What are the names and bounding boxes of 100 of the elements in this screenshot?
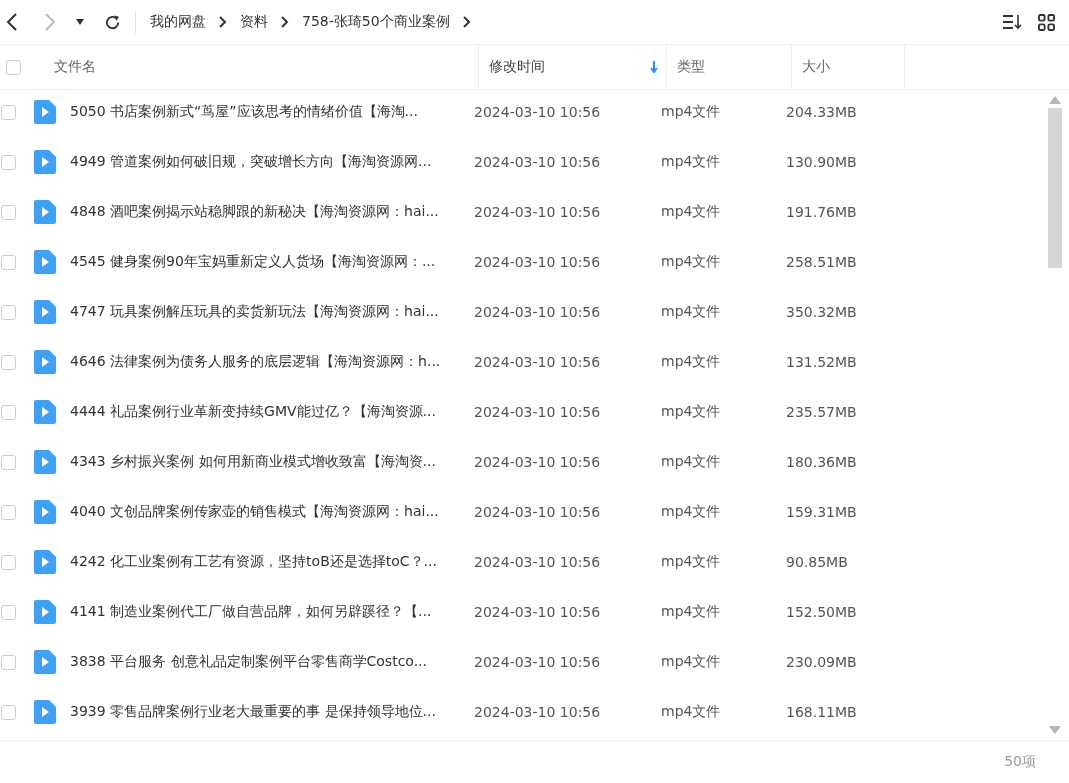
file-name[interactable]: 4646 法律案例为债务人服务的底层逻辑【海淘资源网：h... [70,353,474,371]
file-size: 131.52MB [786,354,857,370]
video-file-icon [34,700,56,724]
column-header[interactable]: 文件名 [44,45,479,89]
forward-icon[interactable] [44,12,56,32]
file-type: mp4文件 [661,453,722,471]
file-type: mp4文件 [661,253,722,271]
column-header[interactable]: 修改时间 [479,45,667,89]
modified-time: 2024-03-10 10:56 [474,504,602,520]
file-size: 168.11MB [786,704,857,720]
chevron-icon [462,16,471,28]
scroll-up-icon[interactable] [1049,96,1061,104]
row-checkbox[interactable] [1,504,16,520]
row-checkbox[interactable] [1,204,16,220]
row-checkbox[interactable] [1,254,16,270]
column-label: 文件名 [54,58,96,76]
file-size: 180.36MB [786,454,857,470]
scrollbar-thumb[interactable] [1048,108,1062,268]
row-checkbox[interactable] [1,604,16,620]
file-size: 159.31MB [786,504,857,520]
modified-time: 2024-03-10 10:56 [474,604,602,620]
file-type: mp4文件 [661,653,722,671]
video-file-icon [34,300,56,324]
file-type: mp4文件 [661,403,722,421]
modified-time: 2024-03-10 10:56 [474,154,602,170]
modified-time: 2024-03-10 10:56 [474,654,602,670]
breadcrumb-link[interactable]: 我的网盘 [150,13,206,31]
file-type: mp4文件 [661,603,722,621]
modified-time: 2024-03-10 10:56 [474,404,602,420]
scroll-down-icon[interactable] [1049,726,1061,734]
file-name[interactable]: 3838 平台服务 创意礼品定制案例平台零售商学Costco... [70,653,474,671]
video-file-icon [34,550,56,574]
modified-time: 2024-03-10 10:56 [474,354,602,370]
video-file-icon [34,500,56,524]
file-name[interactable]: 4343 乡村振兴案例 如何用新商业模式增收致富【海淘资... [70,453,474,471]
file-size: 152.50MB [786,604,857,620]
file-type: mp4文件 [661,353,722,371]
column-header[interactable]: 类型 [667,45,792,89]
file-size: 230.09MB [786,654,857,670]
row-checkbox[interactable] [1,454,16,470]
file-type: mp4文件 [661,553,722,571]
file-name[interactable]: 4444 礼品案例行业革新变持续GMV能过亿？【海淘资源... [70,403,474,421]
modified-time: 2024-03-10 10:56 [474,454,602,470]
file-name[interactable]: 4747 玩具案例解压玩具的卖货新玩法【海淘资源网：hai... [70,303,474,321]
file-name[interactable]: 4242 化工业案例有工艺有资源，坚持toB还是选择toC？... [70,553,474,571]
video-file-icon [34,100,56,124]
video-file-icon [34,200,56,224]
column-header[interactable]: 大小 [792,45,905,89]
modified-time: 2024-03-10 10:56 [474,204,602,220]
row-checkbox[interactable] [1,104,16,120]
file-size: 258.51MB [786,254,857,270]
row-checkbox[interactable] [1,704,16,720]
file-name[interactable]: 4040 文创品牌案例传家壶的销售模式【海淘资源网：hai... [70,503,474,521]
file-name[interactable]: 5050 书店案例新式“茑屋”应该思考的情绪价值【海淘... [70,103,474,121]
row-checkbox[interactable] [1,404,16,420]
file-size: 235.57MB [786,404,857,420]
row-checkbox[interactable] [1,354,16,370]
file-type: mp4文件 [661,203,722,221]
row-checkbox[interactable] [1,154,16,170]
column-label: 修改时间 [489,58,545,76]
video-file-icon [34,150,56,174]
chevron-icon [281,16,289,28]
select-all-checkbox[interactable] [6,59,21,75]
file-type: mp4文件 [661,303,722,321]
file-type: mp4文件 [661,703,722,721]
video-file-icon [34,400,56,424]
file-name[interactable]: 4949 管道案例如何破旧规，突破增长方向【海淘资源网... [70,153,474,171]
video-file-icon [34,450,56,474]
modified-time: 2024-03-10 10:56 [474,254,602,270]
back-icon[interactable] [6,12,18,32]
modified-time: 2024-03-10 10:56 [474,104,602,120]
file-size: 130.90MB [786,154,857,170]
dropdown-icon[interactable] [76,19,84,25]
modified-time: 2024-03-10 10:56 [474,304,602,320]
file-name[interactable]: 4848 酒吧案例揭示站稳脚跟的新秘决【海淘资源网：hai... [70,203,474,221]
refresh-icon[interactable] [104,13,121,31]
modified-time: 2024-03-10 10:56 [474,704,602,720]
video-file-icon [34,350,56,374]
column-label: 大小 [802,58,830,76]
file-size: 350.32MB [786,304,857,320]
video-file-icon [34,650,56,674]
file-type: mp4文件 [661,153,722,171]
video-file-icon [34,250,56,274]
sort-arrow-icon [650,61,658,73]
file-name[interactable]: 4545 健身案例90年宝妈重新定义人货场【海淘资源网：... [70,253,474,271]
file-name[interactable]: 4141 制造业案例代工厂做自营品牌，如何另辟蹊径？【... [70,603,474,621]
file-name[interactable]: 3939 零售品牌案例行业老大最重要的事 是保持领导地位... [70,703,474,721]
file-size: 191.76MB [786,204,857,220]
chevron-icon [219,16,227,28]
row-checkbox[interactable] [1,304,16,320]
row-checkbox[interactable] [1,654,16,670]
grid-view-icon[interactable] [1038,13,1055,31]
row-checkbox[interactable] [1,554,16,570]
breadcrumb-link[interactable]: 758-张琦50个商业案例 [302,13,450,31]
video-file-icon [34,600,56,624]
breadcrumb-link[interactable]: 资料 [240,13,268,31]
column-label: 类型 [677,58,705,76]
file-size: 90.85MB [786,554,848,570]
modified-time: 2024-03-10 10:56 [474,554,602,570]
sort-icon[interactable] [1002,14,1022,30]
